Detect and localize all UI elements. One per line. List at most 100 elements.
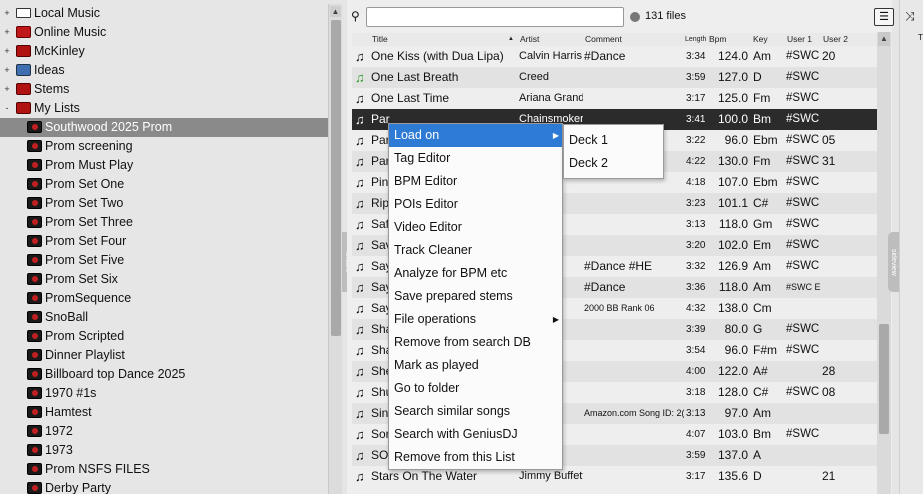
stems-icon	[16, 83, 31, 95]
menu-remove-from-list[interactable]: Remove from this List	[389, 446, 562, 469]
cell-key: G	[753, 322, 763, 336]
cell-key: Ebm	[753, 175, 778, 189]
cell-user1: #SWC	[786, 155, 820, 167]
cell-key: Gm	[753, 217, 773, 231]
folder-scroll-thumb[interactable]	[331, 20, 341, 336]
sideview-tab[interactable]: sideview	[888, 232, 899, 292]
cell-bpm: 102.0	[717, 238, 748, 252]
menu-item-label: Tag Editor	[394, 151, 451, 165]
tree-item[interactable]: 1973	[0, 441, 328, 460]
submenu-deck-2[interactable]: Deck 2	[564, 152, 663, 175]
menu-track-cleaner[interactable]: Track Cleaner	[389, 239, 562, 262]
tree-item[interactable]: 1970 #1s	[0, 384, 328, 403]
tree-item[interactable]: Prom NSFS FILES	[0, 460, 328, 479]
cell-comment: #Dance	[584, 49, 626, 63]
menu-bpm-editor[interactable]: BPM Editor	[389, 170, 562, 193]
tree-item[interactable]: Prom Set Six	[0, 270, 328, 289]
col-comment[interactable]: Comment	[585, 33, 622, 46]
menu-video-editor[interactable]: Video Editor	[389, 216, 562, 239]
menu-load-on[interactable]: Load on ▶	[389, 124, 562, 147]
track-row[interactable]: ♫ One Last Time Ariana Grande 3:17 125.0 Fm #S…	[352, 88, 877, 109]
scroll-up-arrow-icon[interactable]: ▲	[330, 6, 341, 17]
folder-scrollbar[interactable]: ▲	[328, 4, 342, 494]
col-title[interactable]: Title	[372, 33, 388, 46]
col-user2[interactable]: User 2	[823, 33, 848, 46]
col-key[interactable]: Key	[753, 33, 768, 46]
tree-item[interactable]: Hamtest	[0, 403, 328, 422]
menu-remove-search-db[interactable]: Remove from search DB	[389, 331, 562, 354]
music-note-icon: ♫	[355, 322, 365, 337]
tree-item[interactable]: Prom Scripted	[0, 327, 328, 346]
tree-item[interactable]: Prom Set Two	[0, 194, 328, 213]
tree-item[interactable]: Prom Set Three	[0, 213, 328, 232]
cell-bpm: 100.0	[717, 112, 748, 126]
tree-item[interactable]: Prom Must Play	[0, 156, 328, 175]
search-icon[interactable]: ⚲	[351, 9, 365, 23]
tree-item[interactable]: Prom screening	[0, 137, 328, 156]
list-options-button[interactable]: ☰	[874, 8, 894, 26]
music-note-icon: ♫	[355, 343, 365, 358]
cell-key: Am	[753, 259, 771, 273]
tree-item[interactable]: Billboard top Dance 2025	[0, 365, 328, 384]
tree-item[interactable]: Derby Party	[0, 479, 328, 494]
cell-length: 3:22	[686, 135, 706, 146]
cell-length: 4:32	[686, 303, 706, 314]
tree-item[interactable]: SnoBall	[0, 308, 328, 327]
submenu-deck-1[interactable]: Deck 1	[564, 129, 663, 152]
menu-search-similar[interactable]: Search similar songs	[389, 400, 562, 423]
menu-go-to-folder[interactable]: Go to folder	[389, 377, 562, 400]
menu-tag-editor[interactable]: Tag Editor	[389, 147, 562, 170]
cell-user1: #SWC	[786, 344, 820, 356]
expand-icon[interactable]: +	[3, 4, 11, 23]
cell-title: One Last Breath	[371, 70, 459, 84]
tree-item[interactable]: + Ideas	[0, 61, 328, 80]
tree-item[interactable]: Dinner Playlist	[0, 346, 328, 365]
menu-item-label: Track Cleaner	[394, 243, 473, 257]
tree-item[interactable]: + Online Music	[0, 23, 328, 42]
cell-key: C#	[753, 385, 769, 399]
scroll-up-arrow-icon[interactable]: ▲	[878, 32, 890, 46]
cell-key: C#	[753, 196, 769, 210]
expand-icon[interactable]: +	[3, 42, 11, 61]
menu-item-label: Mark as played	[394, 358, 479, 372]
cell-artist: Creed	[519, 71, 549, 83]
track-row[interactable]: ♫ One Last Breath Creed 3:59 127.0 D #SWC	[352, 67, 877, 88]
tree-item[interactable]: Prom Set Five	[0, 251, 328, 270]
tree-item[interactable]: 1972	[0, 422, 328, 441]
menu-item-label: BPM Editor	[394, 174, 458, 188]
music-note-icon: ♫	[355, 154, 365, 169]
cell-user1: #SWC	[786, 218, 820, 230]
tree-item[interactable]: + McKinley	[0, 42, 328, 61]
tree-item[interactable]: Prom Set One	[0, 175, 328, 194]
tree-item[interactable]: PromSequence	[0, 289, 328, 308]
load-on-submenu: Deck 1 Deck 2	[563, 124, 664, 179]
menu-analyze-bpm[interactable]: Analyze for BPM etc	[389, 262, 562, 285]
menu-mark-played[interactable]: Mark as played	[389, 354, 562, 377]
expand-icon[interactable]: +	[3, 80, 11, 99]
playlist-icon	[27, 311, 42, 323]
search-input[interactable]	[366, 7, 624, 27]
col-user1[interactable]: User 1	[787, 33, 812, 46]
tree-item[interactable]: - My Lists	[0, 99, 328, 118]
cell-user1: #SWC	[786, 239, 820, 251]
col-length[interactable]: Length	[685, 33, 707, 46]
expand-icon[interactable]: +	[3, 61, 11, 80]
expand-icon[interactable]: +	[3, 23, 11, 42]
track-scroll-thumb[interactable]	[879, 324, 889, 434]
lists-icon	[16, 102, 31, 114]
col-artist[interactable]: Artist	[520, 33, 539, 46]
menu-pois-editor[interactable]: POIs Editor	[389, 193, 562, 216]
tree-item[interactable]: + Stems	[0, 80, 328, 99]
menu-file-operations[interactable]: File operations ▶	[389, 308, 562, 331]
tree-item[interactable]: Prom Set Four	[0, 232, 328, 251]
menu-search-geniusdj[interactable]: Search with GeniusDJ	[389, 423, 562, 446]
track-row[interactable]: ♫ One Kiss (with Dua Lipa) Calvin Harris #D…	[352, 46, 877, 67]
menu-save-stems[interactable]: Save prepared stems	[389, 285, 562, 308]
tree-item[interactable]: + Local Music	[0, 4, 328, 23]
cell-bpm: 96.0	[724, 133, 748, 147]
tree-item[interactable]: Southwood 2025 Prom	[0, 118, 328, 137]
cell-key: Bm	[753, 427, 771, 441]
collapse-icon[interactable]: -	[3, 99, 11, 118]
col-bpm[interactable]: Bpm	[709, 33, 726, 46]
shuffle-icon[interactable]: ⤨	[905, 9, 915, 24]
